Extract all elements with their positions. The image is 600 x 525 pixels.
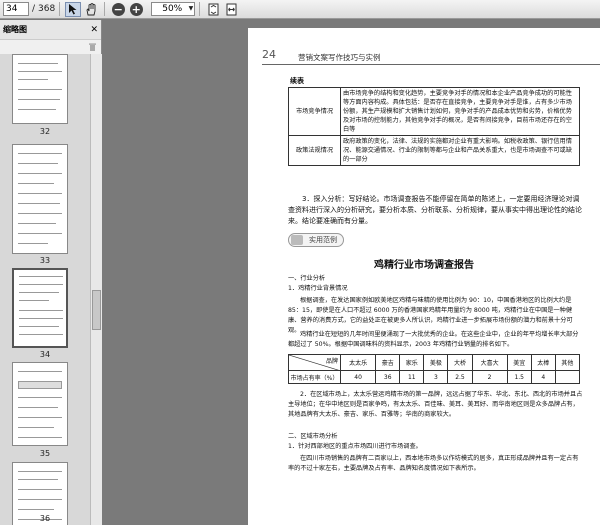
paragraph: 3．探入分析：写好结论。市场调查报告不能停留在简单的陈述上，一定要用经济理论对调… — [288, 195, 582, 225]
research-content-table: 市场竞争情况 由市场竞争的结构和变化趋势，主要竞争对手的情况和本企业产品竞争成功… — [288, 87, 580, 166]
thumbnail-panel-title: 缩略图 — [3, 25, 27, 34]
page-separator: / — [32, 4, 36, 14]
thumbnail-list: 32 33 34 35 36 — [0, 54, 90, 525]
share-cell: 36 — [375, 370, 401, 384]
hand-tool-button[interactable] — [83, 2, 99, 17]
thumbnail-page-current[interactable] — [12, 268, 68, 348]
plus-icon: + — [129, 2, 143, 16]
thumbnail-page[interactable] — [12, 144, 68, 254]
brand-label: 品牌 — [325, 358, 338, 365]
zoom-out-button[interactable]: − — [110, 2, 126, 17]
close-icon[interactable]: ✕ — [90, 25, 98, 35]
fit-page-button[interactable] — [205, 2, 221, 17]
subsection-heading: 1．鸡精行业背景情况 — [288, 285, 348, 292]
report-title: 鸡精行业市场调查报告 — [374, 260, 474, 271]
table-cell-value: 由市场竞争的结构和变化趋势，主要竞争对手的情况和本企业产品竞争成功的可能性等方面… — [340, 87, 580, 136]
thumbnail-page[interactable] — [12, 54, 68, 124]
toolbar-divider — [104, 2, 106, 16]
thumbnail-scrollbar[interactable] — [90, 54, 102, 525]
document-viewport: 24 营销文案写作技巧与实例 续表 市场竞争情况 由市场竞争的结构和变化趋势，主… — [103, 20, 600, 525]
thumbnail-panel-header: 缩略图 ✕ — [0, 20, 101, 40]
pencil-icon — [291, 235, 303, 245]
running-header: 营销文案写作技巧与实例 — [298, 53, 381, 62]
chevron-down-icon[interactable]: ▼ — [189, 5, 194, 12]
thumbnail-label: 36 — [39, 514, 51, 523]
section-heading: 二、区域市场分析 — [288, 433, 338, 440]
section-heading: 一、行业分析 — [288, 275, 326, 282]
table-row: 市场占有率（%） 40 36 11 3 2.5 2 1.5 4 — [288, 370, 581, 384]
toolbar-divider — [199, 2, 201, 16]
share-cell: 1.5 — [506, 370, 532, 384]
market-share-table: 品牌 太太乐 豪吉 家乐 美极 大桥 大喜大 美宜 太棒 其他 市场占有率（%）… — [288, 354, 581, 384]
brand-cell: 美宜 — [506, 354, 532, 371]
toolbar-divider — [59, 2, 61, 16]
minus-icon: − — [111, 2, 125, 16]
page-number: 24 — [262, 48, 276, 61]
example-badge-label: 实用范例 — [309, 236, 337, 244]
share-label: 市场占有率（%） — [288, 370, 341, 384]
share-cell: 11 — [399, 370, 425, 384]
zoom-in-button[interactable]: + — [128, 2, 144, 17]
fit-width-button[interactable] — [223, 2, 239, 17]
select-tool-button[interactable] — [65, 1, 82, 17]
table-header-row: 品牌 太太乐 豪吉 家乐 美极 大桥 大喜大 美宜 太棒 其他 — [288, 354, 581, 371]
page-number-input[interactable] — [3, 2, 29, 16]
fit-page-icon — [208, 3, 219, 15]
thumbnail-label: 34 — [39, 350, 51, 359]
scrollbar-thumb[interactable] — [92, 290, 101, 330]
zoom-select[interactable]: ▼ — [151, 2, 196, 16]
trash-icon[interactable] — [88, 42, 97, 52]
paragraph: 在四川市场销售的品牌有二百家以上，西本地市场多以作坊模式的居多，真正形成品牌并且… — [288, 455, 579, 472]
share-cell: 2.5 — [447, 370, 473, 384]
table-cell-key: 政策法规情况 — [288, 135, 341, 166]
share-cell — [554, 370, 581, 384]
brand-cell: 太太乐 — [339, 354, 377, 371]
table-row: 市场竞争情况 由市场竞争的结构和变化趋势，主要竞争对手的情况和本企业产品竞争成功… — [288, 87, 580, 136]
paragraph: 鸡精行业在短短的几年时间里便涌现了一大批优秀的企业。在这些企业中，企业的年平均增… — [288, 331, 579, 348]
thumbnail-page[interactable] — [12, 362, 68, 446]
toolbar: / 368 − + ▼ — [0, 0, 600, 19]
brand-cell: 美极 — [423, 354, 449, 371]
brand-cell: 太棒 — [530, 354, 556, 371]
share-cell: 3 — [423, 370, 449, 384]
thumbnail-tools — [0, 40, 101, 54]
brand-cell: 其他 — [554, 354, 581, 371]
thumbnail-label: 33 — [39, 256, 51, 265]
share-cell: 40 — [339, 370, 377, 384]
table-cell-value: 政府政策的变化，法律、法规的实施都对企业有重大影响。如税收政策、银行信用情况、能… — [340, 135, 580, 166]
cursor-icon — [69, 4, 77, 15]
table-cell-key: 市场竞争情况 — [288, 87, 341, 136]
thumbnail-panel: 缩略图 ✕ 32 33 34 35 36 — [0, 20, 102, 525]
brand-cell: 大桥 — [447, 354, 473, 371]
thumbnail-label: 35 — [39, 449, 51, 458]
table-row: 政策法规情况 政府政策的变化，法律、法规的实施都对企业有重大影响。如税收政策、银… — [288, 135, 580, 166]
paragraph: 2．在区域市场上，太太乐营运鸡精市场的第一品牌，远远占据了华东、华北、东北、西北… — [288, 391, 583, 418]
brand-cell: 大喜大 — [471, 354, 508, 371]
brand-cell: 家乐 — [399, 354, 425, 371]
share-cell: 4 — [530, 370, 556, 384]
thumbnail-label: 32 — [39, 127, 51, 136]
header-rule — [262, 64, 600, 65]
subsection-heading: 1．针对西部地区的重点市场四川进行市场调查。 — [288, 443, 422, 450]
hand-icon — [86, 2, 96, 15]
brand-cell: 豪吉 — [375, 354, 401, 371]
fit-width-icon — [226, 3, 237, 15]
table-corner-cell: 品牌 — [288, 354, 341, 371]
example-badge: 实用范例 — [288, 233, 344, 247]
document-page: 24 营销文案写作技巧与实例 续表 市场竞争情况 由市场竞争的结构和变化趋势，主… — [248, 28, 600, 525]
share-cell: 2 — [471, 370, 508, 384]
table-continued-label: 续表 — [290, 77, 304, 85]
page-total: 368 — [38, 4, 56, 14]
